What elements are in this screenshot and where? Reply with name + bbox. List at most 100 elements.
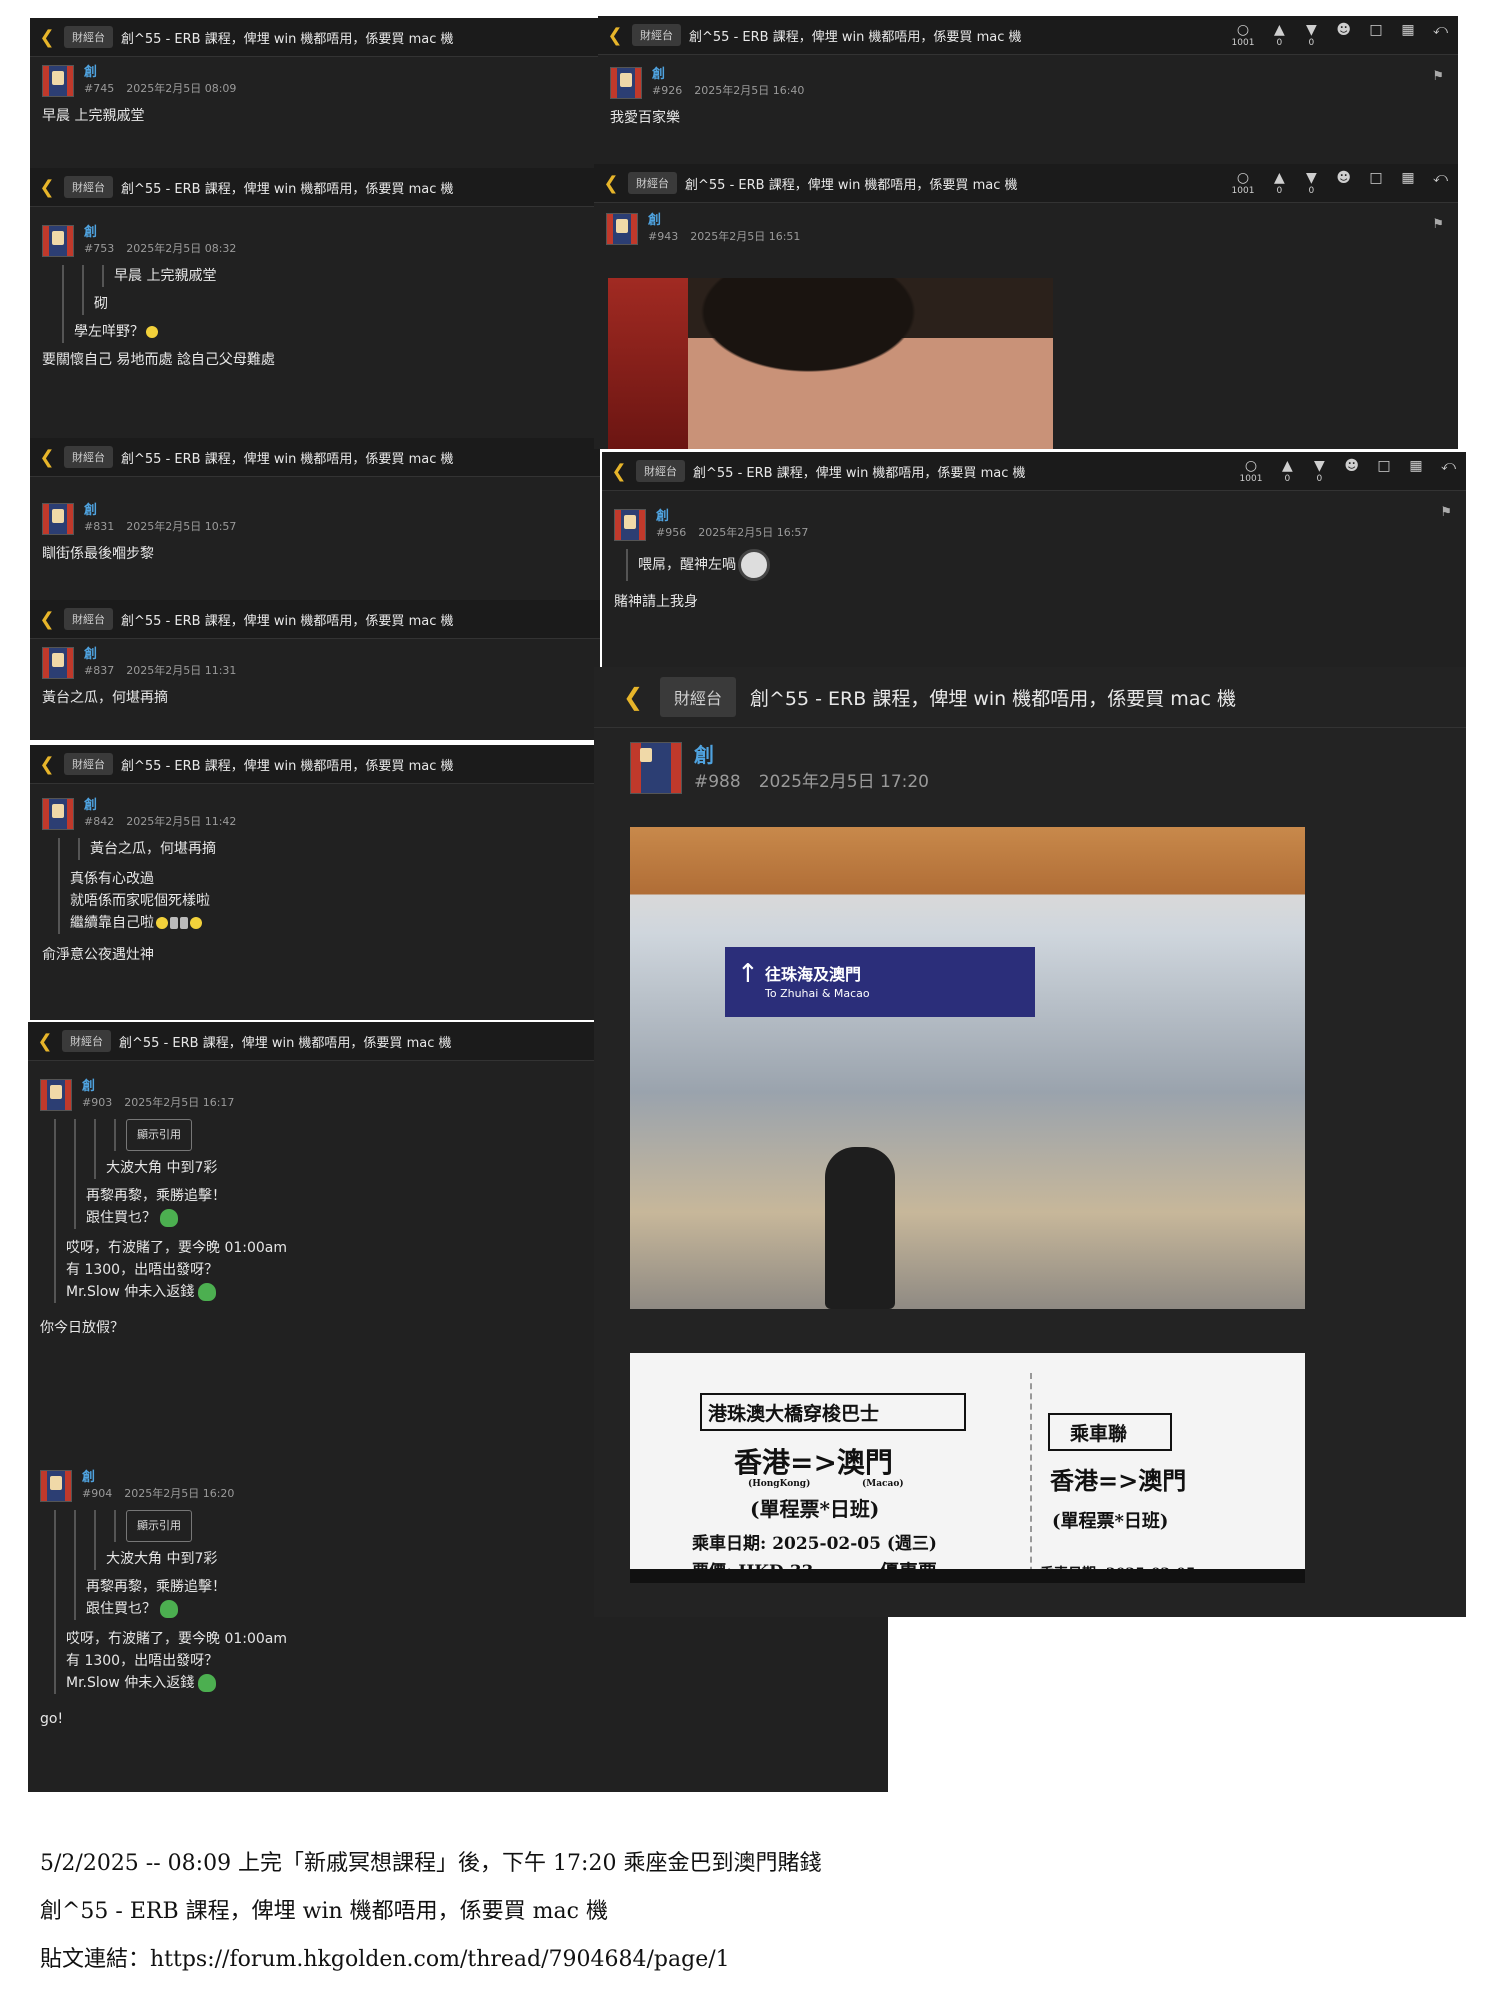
dislike-button[interactable]: ▼ 0 xyxy=(1304,22,1318,48)
board-tag[interactable]: 財經台 xyxy=(64,446,113,468)
thread-panel-943: ❮ 財經台 創^55 - ERB 課程，俾埋 win 機都唔用，係要買 mac … xyxy=(594,164,1458,449)
board-tag[interactable]: 財經台 xyxy=(628,172,677,194)
board-tag[interactable]: 財經台 xyxy=(64,753,113,775)
username[interactable]: 創 xyxy=(656,509,1454,525)
avatar[interactable] xyxy=(40,1079,72,1111)
thumbs-up-icon: ▲ xyxy=(1282,458,1293,474)
terminal-photo[interactable]: ↑ 往珠海及澳門 To Zhuhai & Macao xyxy=(630,827,1305,1309)
dislike-button[interactable]: ▼ 0 xyxy=(1304,170,1318,196)
board-tag[interactable]: 財經台 xyxy=(64,608,113,630)
show-quote-button[interactable]: 顯示引用 xyxy=(126,1510,192,1542)
username[interactable]: 創 xyxy=(652,67,1446,83)
thread-title: 創^55 - ERB 課程，俾埋 win 機都唔用，係要買 mac 機 xyxy=(693,465,1026,481)
avatar[interactable] xyxy=(606,213,638,245)
board-tag[interactable]: 財經台 xyxy=(660,677,737,717)
flag-icon[interactable]: ⚑ xyxy=(1432,69,1444,84)
image-icon: ▦ xyxy=(1409,458,1423,474)
back-icon[interactable]: ❮ xyxy=(36,447,58,468)
image-button[interactable]: ▦ xyxy=(1401,170,1415,186)
back-icon[interactable]: ❮ xyxy=(34,1031,56,1052)
thread-title: 創^55 - ERB 課程，俾埋 win 機都唔用，係要買 mac 機 xyxy=(121,451,454,467)
image-icon: ▦ xyxy=(1401,22,1415,38)
username[interactable]: 創 xyxy=(84,647,588,663)
post-meta: #753 2025年2月5日 08:32 xyxy=(84,241,588,257)
flag-icon[interactable]: ⚑ xyxy=(1432,217,1444,232)
username[interactable]: 創 xyxy=(84,503,588,519)
like-button[interactable]: ▲ 0 xyxy=(1272,170,1286,196)
quote-text: 早晨 上完親戚堂 xyxy=(114,268,217,284)
username[interactable]: 創 xyxy=(82,1079,588,1095)
bookmark-button[interactable]: □ xyxy=(1369,22,1383,38)
board-tag[interactable]: 財經台 xyxy=(636,460,685,482)
selfie-photo[interactable] xyxy=(608,278,1053,449)
post-body: 黃台之瓜，何堪再摘 xyxy=(42,690,168,706)
thread-panel-753: ❮ 財經台 創^55 - ERB 課程，俾埋 win 機都唔用，係要買 mac … xyxy=(30,168,600,438)
avatar[interactable] xyxy=(40,1470,72,1502)
post-body: 瞓街係最後嗰步黎 xyxy=(42,546,154,562)
avatar[interactable] xyxy=(610,67,642,99)
username[interactable]: 創 xyxy=(84,225,588,241)
board-tag[interactable]: 財經台 xyxy=(64,176,113,198)
username[interactable]: 創 xyxy=(648,213,1446,229)
image-button[interactable]: ▦ xyxy=(1401,22,1415,38)
show-quote-button[interactable]: 顯示引用 xyxy=(126,1119,192,1151)
comments-button[interactable]: ○ 1001 xyxy=(1232,170,1255,196)
post-number: #753 xyxy=(84,242,115,255)
comments-button[interactable]: ○ 1001 xyxy=(1232,22,1255,48)
ticket-perforation xyxy=(1030,1373,1032,1583)
dislike-button[interactable]: ▼ 0 xyxy=(1312,458,1326,484)
bus-ticket-photo[interactable]: 港珠澳大橋穿梭巴士 香港=>澳門 (HongKong) (Macao) (單程票… xyxy=(630,1353,1305,1583)
back-icon[interactable]: ❮ xyxy=(618,683,648,711)
quote-block: 顯示引用 大波大角 中到7彩 xyxy=(94,1119,588,1179)
avatar[interactable] xyxy=(42,647,74,679)
avatar[interactable] xyxy=(42,65,74,97)
back-icon[interactable]: ❮ xyxy=(604,25,626,46)
post-text: go! xyxy=(40,1711,64,1727)
flag-icon[interactable]: ⚑ xyxy=(1440,505,1452,520)
post-meta: #842 2025年2月5日 11:42 xyxy=(84,814,588,830)
avatar[interactable] xyxy=(42,503,74,535)
emoji-button[interactable]: ☻ xyxy=(1344,458,1359,474)
board-tag[interactable]: 財經台 xyxy=(62,1030,111,1052)
thread-header: ❮ 財經台 創^55 - ERB 課程，俾埋 win 機都唔用，係要買 mac … xyxy=(30,600,600,639)
image-button[interactable]: ▦ xyxy=(1409,458,1423,474)
bookmark-button[interactable]: □ xyxy=(1377,458,1391,474)
back-icon[interactable]: ❮ xyxy=(36,27,58,48)
thumbs-down-icon: ▼ xyxy=(1314,458,1325,474)
caption-thread-link[interactable]: 貼文連結：https://forum.hkgolden.com/thread/7… xyxy=(40,1941,730,1973)
thread-title: 創^55 - ERB 課程，俾埋 win 機都唔用，係要買 mac 機 xyxy=(689,29,1022,45)
post-meta: #745 2025年2月5日 08:09 xyxy=(84,81,588,97)
post-number: #831 xyxy=(84,520,115,533)
back-icon[interactable]: ❮ xyxy=(36,609,58,630)
board-tag[interactable]: 財經台 xyxy=(632,24,681,46)
back-icon[interactable]: ❮ xyxy=(600,173,622,194)
post-time: 2025年2月5日 16:17 xyxy=(124,1096,235,1109)
share-button[interactable]: ⤺ xyxy=(1433,22,1448,38)
back-icon[interactable]: ❮ xyxy=(36,754,58,775)
username[interactable]: 創 xyxy=(84,798,588,814)
bookmark-button[interactable]: □ xyxy=(1369,170,1383,186)
comments-button[interactable]: ○ 1001 xyxy=(1240,458,1263,484)
avatar[interactable] xyxy=(42,798,74,830)
username[interactable]: 創 xyxy=(84,65,588,81)
post-time: 2025年2月5日 16:20 xyxy=(124,1487,235,1500)
stub-title: 乘車聯 xyxy=(1070,1423,1128,1445)
share-button[interactable]: ⤺ xyxy=(1441,458,1456,474)
back-icon[interactable]: ❮ xyxy=(608,461,630,482)
avatar[interactable] xyxy=(614,509,646,541)
post-time: 2025年2月5日 17:20 xyxy=(758,772,929,792)
thread-panel-745: ❮ 財經台 創^55 - ERB 課程，俾埋 win 機都唔用，係要買 mac … xyxy=(30,18,600,168)
like-button[interactable]: ▲ 0 xyxy=(1280,458,1294,484)
board-tag[interactable]: 財經台 xyxy=(64,26,113,48)
avatar[interactable] xyxy=(630,742,682,794)
like-button[interactable]: ▲ 0 xyxy=(1272,22,1286,48)
comment-count: 1001 xyxy=(1231,38,1255,48)
post-meta: #926 2025年2月5日 16:40 xyxy=(652,83,1446,99)
quote-block: 早晨 上完親戚堂 砌 xyxy=(82,265,588,315)
avatar[interactable] xyxy=(42,225,74,257)
share-button[interactable]: ⤺ xyxy=(1433,170,1448,186)
emoji-button[interactable]: ☻ xyxy=(1336,170,1351,186)
username[interactable]: 創 xyxy=(694,742,1430,768)
back-icon[interactable]: ❮ xyxy=(36,177,58,198)
emoji-button[interactable]: ☻ xyxy=(1336,22,1351,38)
